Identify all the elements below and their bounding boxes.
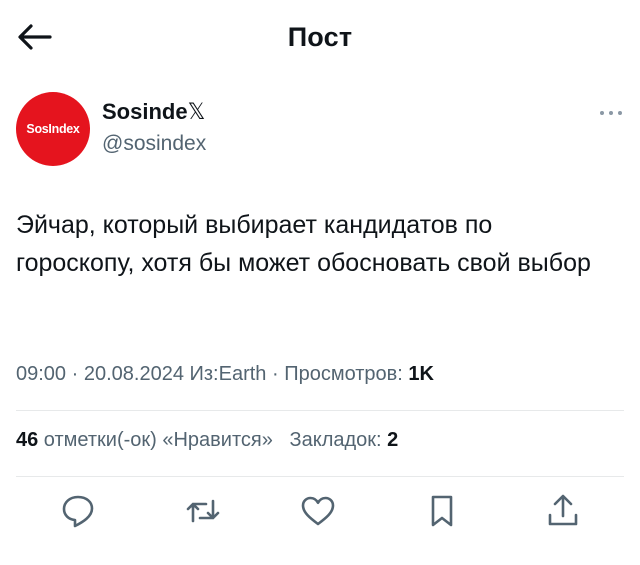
author-display-name[interactable]: Sosinde𝕏 <box>102 99 205 125</box>
meta-separator: · <box>266 363 285 385</box>
page-title: Пост <box>287 22 353 52</box>
bookmark-icon <box>431 495 453 527</box>
meta-separator: · <box>66 363 84 385</box>
like-icon <box>301 496 335 526</box>
tweet-time[interactable]: 09:00 <box>16 363 66 385</box>
tweet-source: Из:Earth <box>183 363 267 385</box>
views-label: Просмотров: <box>284 363 409 385</box>
display-name-suffix: 𝕏 <box>187 99 206 124</box>
tweet-date[interactable]: 20.08.2024 <box>84 363 184 385</box>
divider <box>16 476 624 477</box>
likes-count[interactable]: 46 <box>16 429 38 451</box>
share-button[interactable] <box>543 491 583 531</box>
reply-icon <box>62 495 94 528</box>
bookmarks-count: 2 <box>387 429 399 451</box>
tweet-text: Эйчар, который выбирает кандидатов по го… <box>16 211 591 277</box>
divider <box>16 410 624 411</box>
tweet-meta: 09:00 · 20.08.2024 Из:Earth · Просмотров… <box>16 363 434 386</box>
avatar-label: SosIndex <box>26 122 80 136</box>
tweet-stats: 46 отметки(-ок) «Нравится» Закладок: 2 <box>16 429 398 452</box>
retweet-button[interactable] <box>183 491 223 531</box>
top-bar: Пост <box>0 0 640 78</box>
stats-gap <box>273 429 290 451</box>
avatar[interactable]: SosIndex <box>16 92 90 166</box>
more-options-button[interactable] <box>596 106 626 120</box>
views-count: 1K <box>408 363 434 385</box>
retweet-icon <box>186 499 220 523</box>
bookmark-button[interactable] <box>422 491 462 531</box>
likes-label[interactable]: отметки(-ок) «Нравится» <box>38 429 273 451</box>
bookmarks-label: Закладок: <box>289 429 388 451</box>
more-dots-icon <box>600 111 622 115</box>
author-handle[interactable]: @sosindex <box>102 132 206 156</box>
reply-button[interactable] <box>58 491 98 531</box>
display-name-text: Sosinde <box>102 99 188 124</box>
share-icon <box>548 494 578 526</box>
like-button[interactable] <box>298 491 338 531</box>
